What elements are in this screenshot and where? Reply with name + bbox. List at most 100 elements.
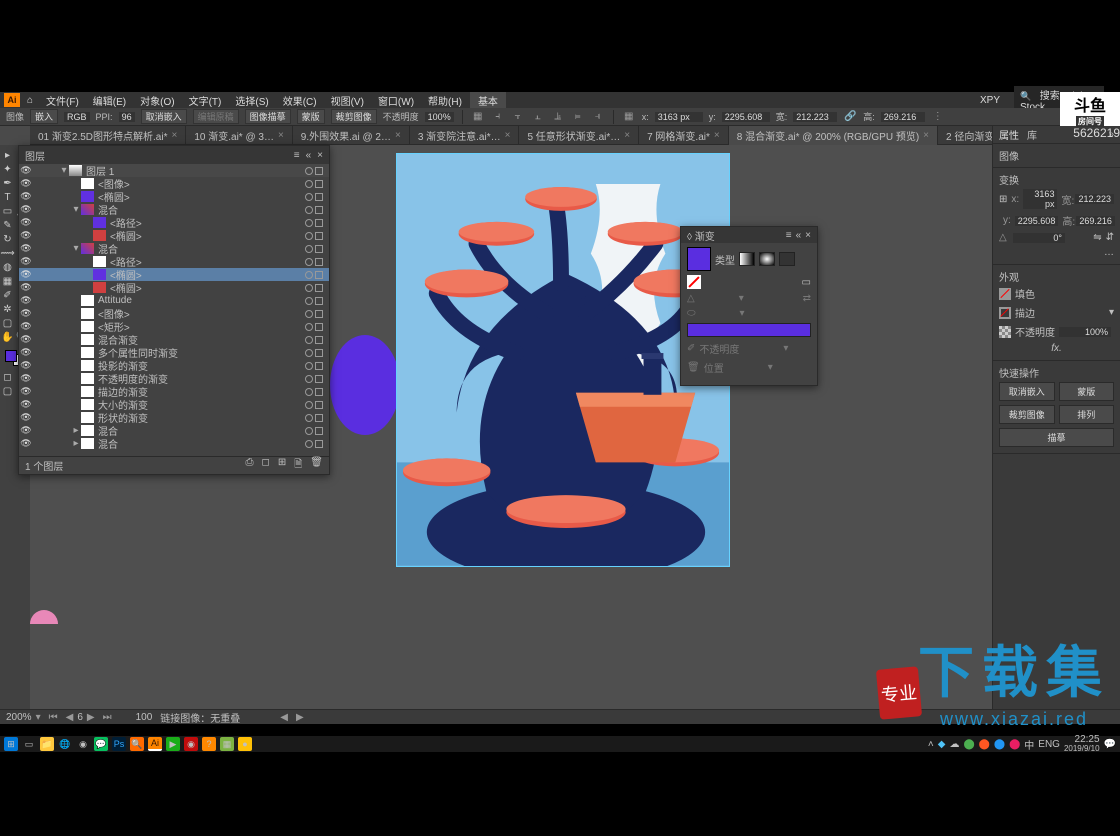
target-icon[interactable] bbox=[305, 219, 313, 227]
target-icon[interactable] bbox=[305, 284, 313, 292]
select-indicator[interactable] bbox=[315, 323, 323, 331]
panel-menu-icon[interactable]: ≡ bbox=[786, 230, 792, 241]
layer-row[interactable]: 👁<图像> bbox=[19, 307, 329, 320]
layer-row[interactable]: 👁不透明度的渐变 bbox=[19, 372, 329, 385]
lock-cell[interactable] bbox=[33, 333, 47, 346]
eyedropper-icon[interactable]: ✐ bbox=[687, 343, 695, 354]
mask-button[interactable]: 蒙版 bbox=[1059, 382, 1115, 401]
expand-icon[interactable]: ▾ bbox=[71, 204, 81, 215]
target-icon[interactable] bbox=[305, 245, 313, 253]
zoom-dropdown-icon[interactable]: ▾ bbox=[36, 712, 41, 723]
stroke-swatch[interactable] bbox=[999, 307, 1011, 319]
layer-row[interactable]: 👁<椭圆> bbox=[19, 268, 329, 281]
tab-2[interactable]: 9.外围效果.ai @ 2…× bbox=[293, 126, 410, 145]
select-indicator[interactable] bbox=[315, 414, 323, 422]
tab-5[interactable]: 7 网格渐变.ai*× bbox=[639, 126, 729, 145]
stroke-weight-dropdown[interactable]: ▾ bbox=[1109, 307, 1114, 318]
visibility-icon[interactable]: 👁 bbox=[19, 398, 33, 411]
scroll-left-icon[interactable]: ◀ bbox=[280, 712, 288, 723]
angle-field[interactable]: 0° bbox=[1013, 233, 1065, 243]
select-indicator[interactable] bbox=[315, 375, 323, 383]
menu-view[interactable]: 视图(V) bbox=[325, 93, 370, 108]
lock-cell[interactable] bbox=[33, 359, 47, 372]
crop-button[interactable]: 裁剪图像 bbox=[999, 405, 1055, 424]
trace-button[interactable]: 描摹 bbox=[999, 428, 1114, 447]
lock-cell[interactable] bbox=[33, 190, 47, 203]
y-field[interactable]: 2295.608 bbox=[1015, 216, 1059, 226]
tab-3[interactable]: 3 渐变院注意.ai*…× bbox=[410, 126, 520, 145]
gradient-slider[interactable] bbox=[687, 323, 811, 337]
lock-cell[interactable] bbox=[33, 294, 47, 307]
app-icon[interactable]: ◉ bbox=[76, 737, 90, 751]
visibility-icon[interactable]: 👁 bbox=[19, 385, 33, 398]
ime-icon[interactable]: 中 bbox=[1024, 737, 1034, 752]
unembed-button[interactable]: 取消嵌入 bbox=[999, 382, 1055, 401]
stroke-gradient-swatch[interactable] bbox=[687, 275, 701, 289]
visibility-icon[interactable]: 👁 bbox=[19, 242, 33, 255]
lock-cell[interactable] bbox=[33, 268, 47, 281]
photoshop-icon[interactable]: Ps bbox=[112, 737, 126, 751]
opacity-field[interactable]: 100% bbox=[1059, 327, 1111, 337]
target-icon[interactable] bbox=[305, 375, 313, 383]
visibility-icon[interactable]: 👁 bbox=[19, 216, 33, 229]
close-icon[interactable]: × bbox=[624, 130, 630, 141]
zoom-field[interactable]: 200% bbox=[6, 712, 32, 723]
lock-cell[interactable] bbox=[33, 177, 47, 190]
wechat-icon[interactable]: 💬 bbox=[94, 737, 108, 751]
edit-original-button[interactable]: 编辑原稿 bbox=[193, 109, 239, 124]
lock-cell[interactable] bbox=[33, 307, 47, 320]
tab-4[interactable]: 5 任意形状渐变.ai*…× bbox=[519, 126, 639, 145]
delete-layer-icon[interactable]: 🗑 bbox=[310, 457, 323, 474]
next-artboard-icon[interactable]: ▶ bbox=[87, 712, 95, 723]
home-icon[interactable]: ⌂ bbox=[22, 92, 38, 108]
layer-row[interactable]: 👁大小的渐变 bbox=[19, 398, 329, 411]
lock-cell[interactable] bbox=[33, 203, 47, 216]
visibility-icon[interactable]: 👁 bbox=[19, 294, 33, 307]
tab-6[interactable]: 8 混合渐变.ai* @ 200% (RGB/GPU 预览)× bbox=[729, 126, 938, 145]
hand-tool-icon[interactable]: ✋ bbox=[0, 330, 15, 344]
layer-row[interactable]: 👁▸混合 bbox=[19, 424, 329, 437]
rotate-tool-icon[interactable]: ↻ bbox=[0, 232, 15, 246]
lock-cell[interactable] bbox=[33, 411, 47, 424]
select-indicator[interactable] bbox=[315, 362, 323, 370]
target-icon[interactable] bbox=[305, 440, 313, 448]
tab-0[interactable]: 01 渐变2.5D图形特点解析.ai*× bbox=[30, 126, 186, 145]
target-icon[interactable] bbox=[305, 323, 313, 331]
layers-panel-header[interactable]: 图层 ≡«× bbox=[19, 146, 329, 164]
select-indicator[interactable] bbox=[315, 427, 323, 435]
illustrator-icon[interactable]: Ai bbox=[148, 737, 162, 751]
target-icon[interactable] bbox=[305, 310, 313, 318]
fill-swatch[interactable] bbox=[999, 288, 1011, 300]
expand-icon[interactable]: ▾ bbox=[71, 243, 81, 254]
tray-icon[interactable]: ⬤ bbox=[994, 739, 1005, 750]
x-field[interactable]: 3163 px bbox=[655, 112, 703, 122]
align-icon[interactable]: ▦ bbox=[471, 110, 485, 124]
edit-gradient-icon[interactable]: ▭ bbox=[802, 277, 811, 288]
tray-icon[interactable]: ☁ bbox=[949, 739, 959, 750]
crop-button[interactable]: 裁剪图像 bbox=[331, 109, 377, 124]
select-indicator[interactable] bbox=[315, 180, 323, 188]
reverse-icon[interactable]: ⇄ bbox=[803, 293, 811, 304]
lang-icon[interactable]: ENG bbox=[1038, 739, 1060, 750]
new-sublayer-icon[interactable]: ⊞ bbox=[278, 457, 286, 474]
visibility-icon[interactable]: 👁 bbox=[19, 281, 33, 294]
lock-cell[interactable] bbox=[33, 164, 47, 177]
expand-icon[interactable]: ▾ bbox=[59, 165, 69, 176]
target-icon[interactable] bbox=[305, 271, 313, 279]
target-icon[interactable] bbox=[305, 362, 313, 370]
gradient-panel-header[interactable]: ◊ 渐变 ≡«× bbox=[681, 227, 817, 243]
flip-h-icon[interactable]: ⇋ bbox=[1093, 232, 1101, 243]
h-field[interactable]: 269.216 bbox=[1076, 216, 1115, 226]
workspace-selector[interactable]: 基本 bbox=[470, 92, 506, 109]
app-icon[interactable]: ? bbox=[202, 737, 216, 751]
artboard-tool-icon[interactable]: ▢ bbox=[0, 316, 15, 330]
lock-cell[interactable] bbox=[33, 385, 47, 398]
freeform-gradient-icon[interactable] bbox=[779, 252, 795, 266]
select-indicator[interactable] bbox=[315, 401, 323, 409]
more-options-icon[interactable]: … bbox=[1104, 247, 1114, 258]
tray-icon[interactable]: ⬤ bbox=[979, 739, 990, 750]
tab-properties[interactable]: 属性 bbox=[999, 127, 1019, 142]
select-indicator[interactable] bbox=[315, 245, 323, 253]
visibility-icon[interactable]: 👁 bbox=[19, 372, 33, 385]
radial-gradient-icon[interactable] bbox=[759, 252, 775, 266]
